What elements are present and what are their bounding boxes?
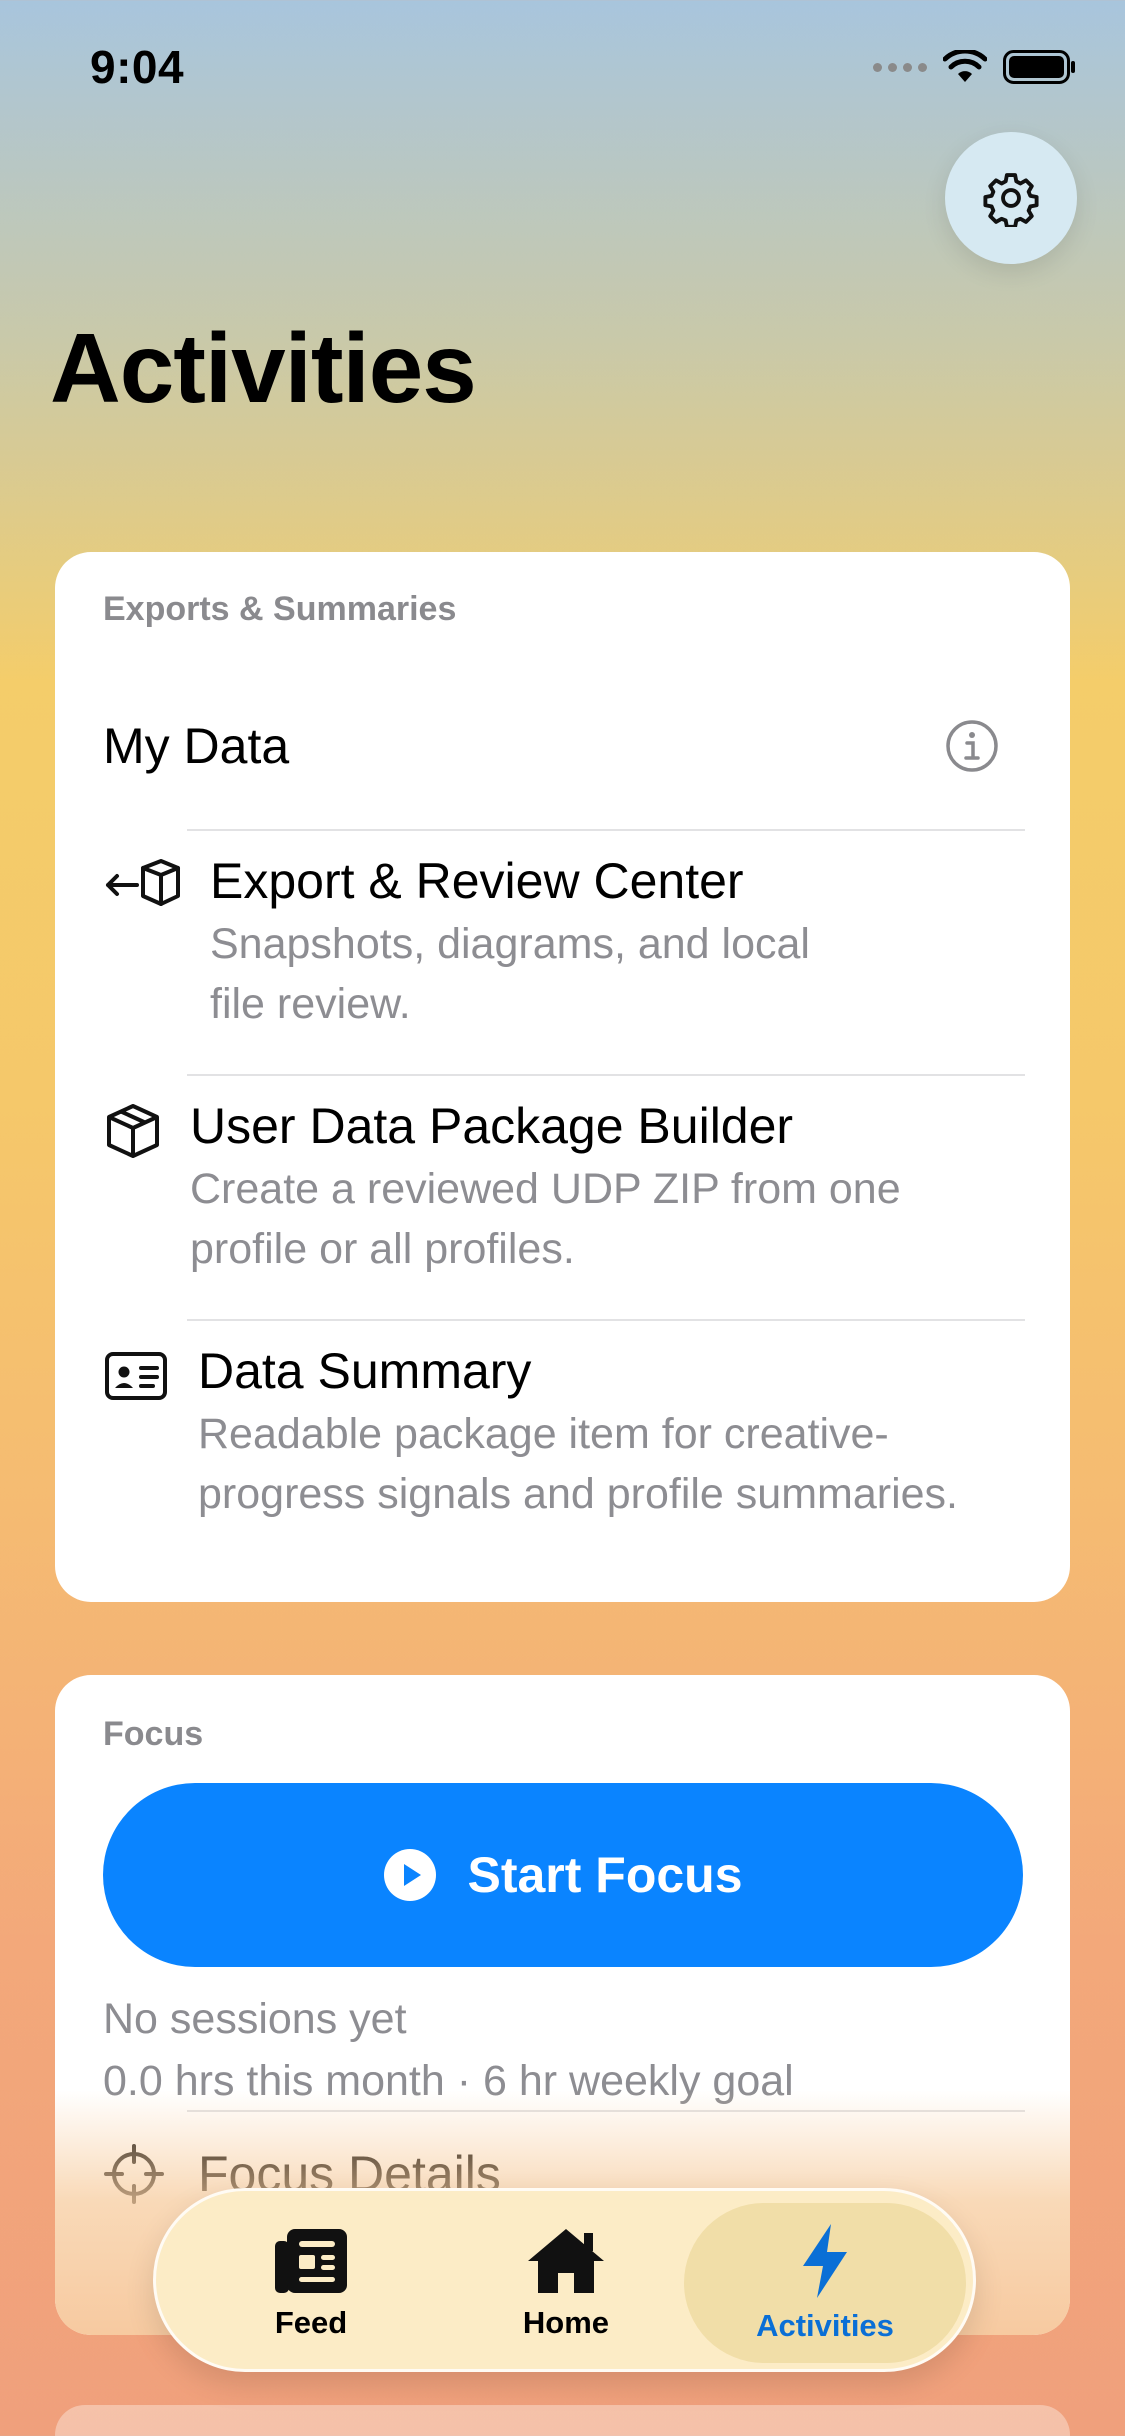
divider [187,2110,1025,2112]
id-card-icon [105,1352,167,1405]
tab-activities[interactable]: Activities [684,2203,966,2363]
tab-home[interactable]: Home [471,2191,661,2375]
sessions-text: No sessions yet [103,1995,407,2043]
row-title: Data Summary [198,1343,532,1399]
export-review-center-row[interactable]: Export & Review Center Snapshots, diagra… [55,852,1070,1072]
section-label-exports: Exports & Summaries [103,590,457,628]
my-data-title: My Data [103,718,290,774]
row-subtitle: Create a reviewed UDP ZIP from one [190,1165,901,1213]
divider [187,1074,1025,1076]
monthly-hours-text: 0.0 hrs this month · 6 hr weekly goal [103,2057,794,2105]
tab-label: Feed [274,2305,348,2340]
row-title: User Data Package Builder [190,1098,794,1154]
status-icons [873,50,1077,84]
info-icon[interactable] [945,719,999,773]
status-time: 9:04 [90,41,185,93]
next-card-peek [55,2405,1070,2436]
gear-icon [983,173,1039,227]
package-icon [105,1103,161,1164]
settings-button[interactable] [945,132,1077,264]
user-data-package-builder-row[interactable]: User Data Package Builder Create a revie… [55,1097,1070,1317]
row-subtitle: Snapshots, diagrams, and local [210,920,810,968]
exports-summaries-card: Exports & Summaries My Data Export & Rev… [55,552,1070,1602]
start-focus-button[interactable]: Start Focus [103,1783,1023,1967]
row-subtitle: Readable package item for creative- [198,1410,889,1458]
newspaper-icon [275,2229,347,2293]
tab-feed[interactable]: Feed [216,2191,406,2375]
data-summary-row[interactable]: Data Summary Readable package item for c… [55,1342,1070,1562]
crosshair-icon [103,2143,165,2210]
box-export-icon [103,858,181,923]
tab-bar: Feed Home Activities [153,2188,976,2372]
page-title: Activities [50,313,477,423]
bolt-icon [803,2224,847,2298]
tab-label: Home [522,2305,610,2340]
status-bar: 9:04 [0,0,1125,140]
section-label-focus: Focus [103,1715,204,1753]
divider [187,1319,1025,1321]
row-subtitle: progress signals and profile summaries. [198,1470,958,1518]
house-icon [528,2229,604,2293]
row-title: Export & Review Center [210,853,744,909]
battery-icon [1003,50,1075,84]
cellular-signal-icon [873,62,927,72]
play-circle-icon [384,1849,437,1901]
tab-label: Activities [756,2308,894,2343]
start-focus-label: Start Focus [467,1847,743,1903]
wifi-icon [943,50,987,82]
row-subtitle: file review. [210,980,411,1028]
divider [187,829,1025,831]
row-subtitle: profile or all profiles. [190,1225,575,1273]
